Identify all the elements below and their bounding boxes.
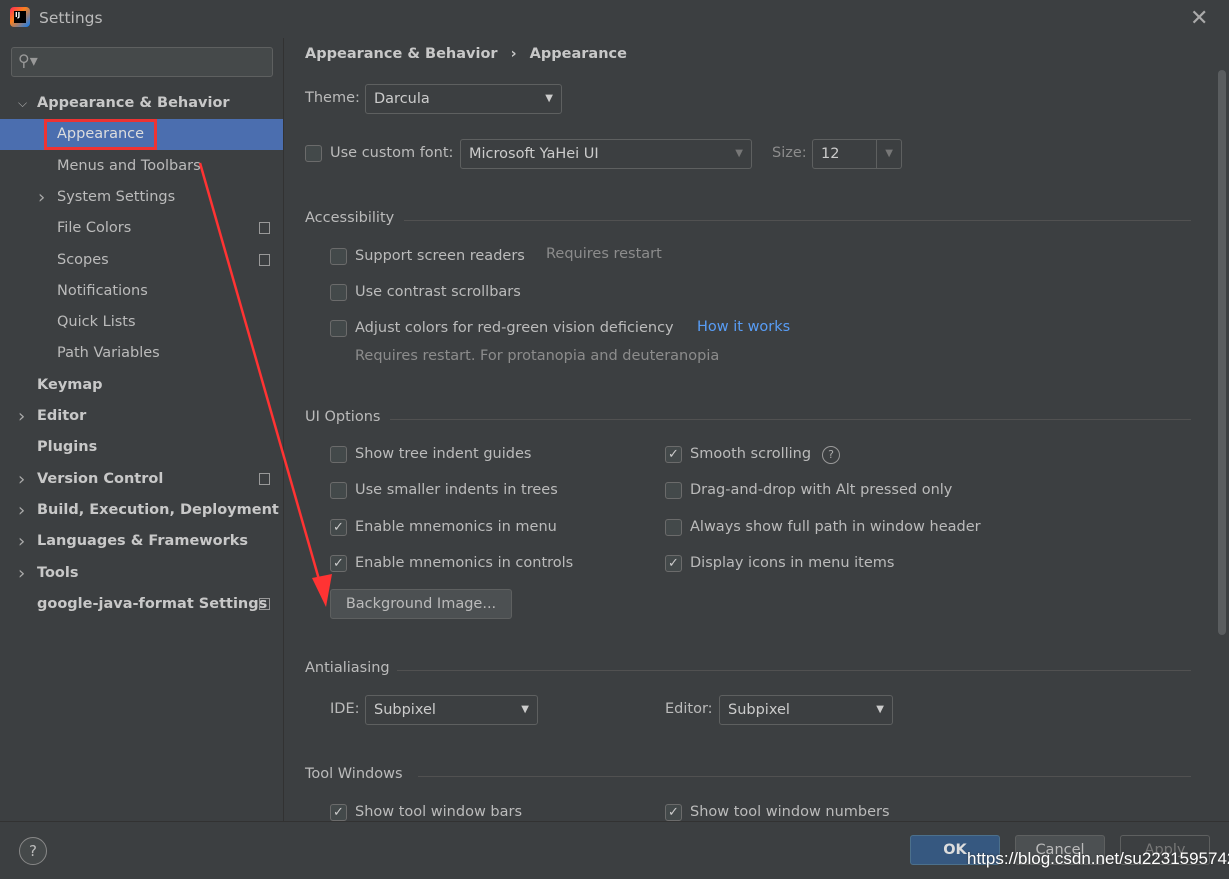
arrow-shaft <box>198 162 324 591</box>
annotation-arrow <box>198 162 332 607</box>
arrow-head <box>312 574 332 607</box>
